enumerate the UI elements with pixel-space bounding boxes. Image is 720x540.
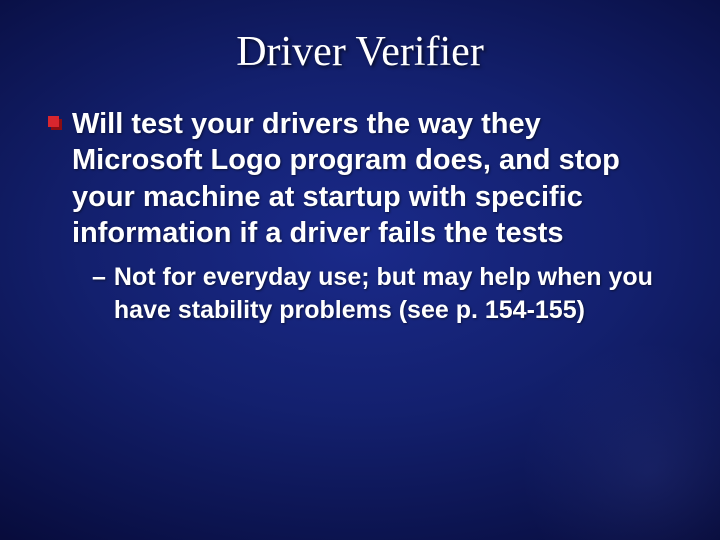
slide-title: Driver Verifier [0, 0, 720, 76]
sub-bullet-text: Not for everyday use; but may help when … [114, 261, 672, 326]
sub-bullet-item: – Not for everyday use; but may help whe… [48, 261, 672, 326]
corner-glow-decoration [520, 340, 720, 540]
bullet-item: Will test your drivers the way they Micr… [48, 106, 672, 251]
dash-icon: – [92, 261, 106, 294]
square-bullet-icon [48, 116, 62, 130]
bullet-text: Will test your drivers the way they Micr… [72, 106, 672, 251]
slide-body: Will test your drivers the way they Micr… [0, 76, 720, 326]
slide: Driver Verifier Will test your drivers t… [0, 0, 720, 540]
